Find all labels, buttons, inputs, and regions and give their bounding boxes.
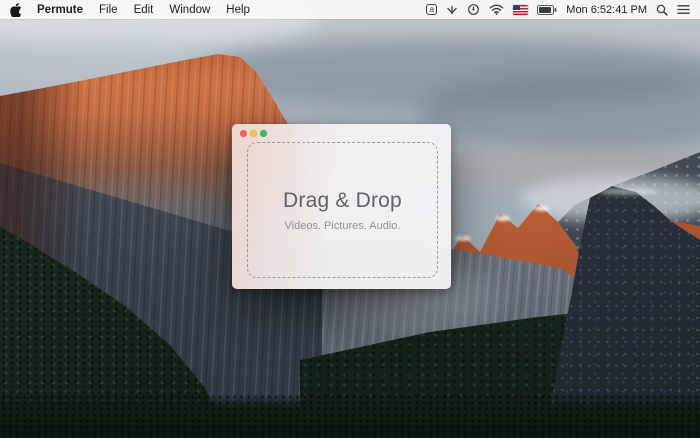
drop-zone-subtitle: Videos. Pictures. Audio. xyxy=(284,219,401,232)
us-flag-icon[interactable] xyxy=(513,3,529,17)
forest-floor xyxy=(0,394,700,438)
status-cluster: a Mon 6:52:41 PM xyxy=(426,3,690,17)
spotlight-search-icon[interactable] xyxy=(656,3,668,17)
menu-app-name[interactable]: Permute xyxy=(37,4,83,16)
minimize-button[interactable] xyxy=(250,130,257,137)
menu-window[interactable]: Window xyxy=(169,4,210,16)
menu-edit[interactable]: Edit xyxy=(134,4,154,16)
permute-window: Drag & Drop Videos. Pictures. Audio. xyxy=(232,124,451,289)
snow-patch xyxy=(598,188,658,195)
notification-center-icon[interactable] xyxy=(677,3,690,17)
time-machine-icon[interactable] xyxy=(467,3,480,17)
fan-icon[interactable] xyxy=(446,3,458,17)
menu-clock[interactable]: Mon 6:52:41 PM xyxy=(566,4,647,16)
zoom-button[interactable] xyxy=(260,130,267,137)
a-badge-letter: a xyxy=(426,4,438,15)
a-badge-icon[interactable]: a xyxy=(426,3,438,17)
snow-patch xyxy=(534,206,549,211)
wifi-icon[interactable] xyxy=(489,3,504,17)
menu-file[interactable]: File xyxy=(99,4,118,16)
snow-patch xyxy=(455,236,471,241)
apple-menu[interactable] xyxy=(10,2,22,17)
menu-help[interactable]: Help xyxy=(226,4,250,16)
snow-patch xyxy=(496,216,510,221)
apple-logo-icon xyxy=(10,2,22,17)
close-button[interactable] xyxy=(240,130,247,137)
drop-zone-title: Drag & Drop xyxy=(283,188,402,212)
drag-drop-zone[interactable]: Drag & Drop Videos. Pictures. Audio. xyxy=(247,142,438,278)
battery-icon[interactable] xyxy=(537,3,557,17)
menu-bar: Permute File Edit Window Help a Mon 6:52… xyxy=(0,0,700,19)
traffic-lights xyxy=(240,130,267,137)
